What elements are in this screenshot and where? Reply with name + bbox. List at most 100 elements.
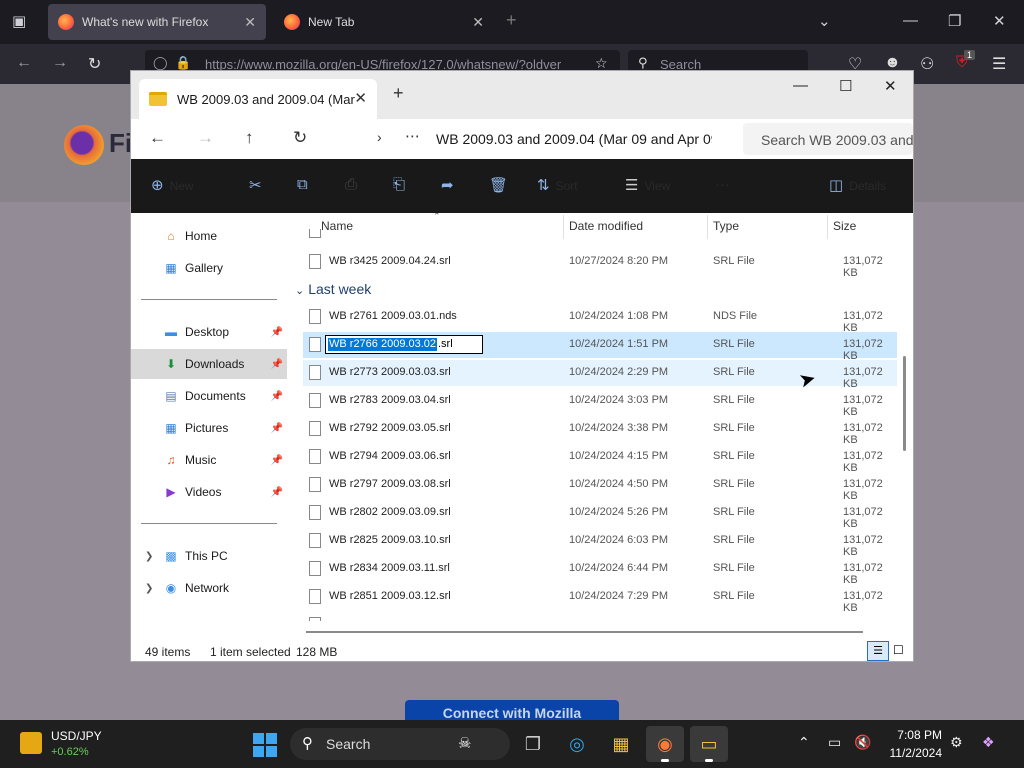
breadcrumb-overflow-icon[interactable]: ⋯ xyxy=(405,127,420,145)
edge-icon[interactable]: ◎ xyxy=(558,726,596,762)
notifications-icon[interactable]: ⚙ xyxy=(950,734,963,751)
paste-icon[interactable]: ⎙ xyxy=(345,176,357,193)
reload-icon[interactable]: ↻ xyxy=(88,54,101,74)
breadcrumb-path[interactable]: WB 2009.03 and 2009.04 (Mar 09 and Apr 0… xyxy=(436,131,712,147)
nav-item-gallery[interactable]: ▦ Gallery xyxy=(131,253,287,283)
horizontal-scrollbar[interactable] xyxy=(306,631,863,633)
chevron-down-icon[interactable]: ⌄ xyxy=(295,285,304,297)
nav-item-home[interactable]: ⌂ Home xyxy=(131,221,287,251)
restore-icon[interactable]: ❐ xyxy=(948,12,961,30)
nav-item-downloads[interactable]: ⬇ Downloads 📌 xyxy=(131,349,287,379)
vertical-scrollbar[interactable] xyxy=(903,356,906,451)
volume-muted-icon[interactable]: 🔇 xyxy=(854,734,871,751)
clock-date[interactable]: 11/2/2024 xyxy=(874,746,943,760)
nav-label: Music xyxy=(185,453,217,467)
pin-icon[interactable]: 📌 xyxy=(271,391,283,402)
close-tab-icon[interactable]: ✕ xyxy=(472,14,484,31)
tiles-view-icon[interactable]: ☐ xyxy=(893,643,904,657)
taskbar-search[interactable]: ⚲ Search ☠ xyxy=(290,728,510,760)
back-icon[interactable]: ← xyxy=(16,54,32,72)
more-options-button[interactable]: ··· xyxy=(715,176,730,193)
details-button[interactable]: ◫ Details xyxy=(829,176,886,194)
maximize-icon[interactable]: ☐ xyxy=(839,77,852,95)
nav-item-pictures[interactable]: ▦ Pictures 📌 xyxy=(131,413,287,443)
refresh-icon[interactable]: ↻ xyxy=(293,128,307,148)
file-date: 10/24/2024 5:26 PM xyxy=(569,506,669,518)
up-icon[interactable]: ↑ xyxy=(245,128,254,148)
firefox-tab-new-tab[interactable]: New Tab ✕ xyxy=(274,4,494,40)
table-row[interactable] xyxy=(303,229,897,243)
stock-widget-icon[interactable] xyxy=(20,732,42,754)
table-row[interactable]: WB r2797 2009.03.08.srl 10/24/2024 4:50 … xyxy=(303,472,897,502)
delete-icon[interactable]: 🗑 xyxy=(489,176,508,194)
menu-icon[interactable]: ☰ xyxy=(992,54,1006,74)
nav-item-network[interactable]: ❯ ◉ Network xyxy=(131,573,287,603)
cut-icon[interactable]: ✂ xyxy=(249,176,262,194)
table-row[interactable]: WB r2761 2009.03.01.nds 10/24/2024 1:08 … xyxy=(303,304,897,334)
store-icon[interactable]: ▦ xyxy=(602,726,640,762)
close-tab-icon[interactable]: ✕ xyxy=(244,14,256,31)
shield-icon[interactable]: ◯ xyxy=(153,55,168,71)
copy-icon[interactable]: ⧉ xyxy=(297,176,308,193)
clock-time[interactable]: 7:08 PM xyxy=(884,728,942,742)
rename-input[interactable]: WB r2766 2009.03.02 .srl xyxy=(325,335,483,354)
task-view-icon[interactable]: ❐ xyxy=(514,726,552,762)
back-icon[interactable]: ← xyxy=(149,128,166,148)
rename-icon[interactable]: ⎗ xyxy=(393,176,405,193)
pin-icon[interactable]: 📌 xyxy=(271,423,283,434)
table-row[interactable] xyxy=(303,612,897,621)
new-tab-icon[interactable]: + xyxy=(506,10,517,31)
share-icon[interactable]: ➦ xyxy=(441,176,454,194)
minimize-icon[interactable]: — xyxy=(903,12,918,29)
stock-name[interactable]: USD/JPY xyxy=(51,729,102,743)
close-window-icon[interactable]: ✕ xyxy=(884,77,897,95)
chevron-right-icon[interactable]: ❯ xyxy=(145,551,153,562)
nav-item-documents[interactable]: ▤ Documents 📌 xyxy=(131,381,287,411)
table-row[interactable]: WB r2802 2009.03.09.srl 10/24/2024 5:26 … xyxy=(303,500,897,530)
pin-icon[interactable]: 📌 xyxy=(271,455,283,466)
nav-item-videos[interactable]: ▶ Videos 📌 xyxy=(131,477,287,507)
nav-item-this-pc[interactable]: ❯ ▩ This PC xyxy=(131,541,287,571)
chevron-right-icon[interactable]: ❯ xyxy=(145,583,153,594)
table-row[interactable]: WB r2825 2009.03.10.srl 10/24/2024 6:03 … xyxy=(303,528,897,558)
forward-icon[interactable]: → xyxy=(197,128,214,148)
taskbar-search-placeholder[interactable]: Search xyxy=(326,736,370,752)
new-tab-icon[interactable]: + xyxy=(393,83,404,104)
tray-chevron-up-icon[interactable]: ⌃ xyxy=(798,734,810,751)
pin-icon[interactable]: 📌 xyxy=(271,487,283,498)
minimize-icon[interactable]: — xyxy=(793,77,808,94)
firefox-view-icon[interactable]: ▣ xyxy=(12,12,26,30)
breadcrumb-chevron-icon[interactable]: › xyxy=(377,129,382,145)
nav-item-music[interactable]: ♫ Music 📌 xyxy=(131,445,287,475)
forward-icon[interactable]: → xyxy=(52,54,68,72)
close-window-icon[interactable]: ✕ xyxy=(993,12,1006,30)
explorer-tab[interactable]: WB 2009.03 and 2009.04 (Mar ✕ xyxy=(139,79,377,119)
nav-item-desktop[interactable]: ▬ Desktop 📌 xyxy=(131,317,287,347)
details-view-icon[interactable]: ☰ xyxy=(867,641,889,661)
table-row[interactable]: WB r2851 2009.03.12.srl 10/24/2024 7:29 … xyxy=(303,584,897,614)
table-row[interactable]: WB r3425 2009.04.24.srl 10/27/2024 8:20 … xyxy=(303,249,897,279)
close-tab-icon[interactable]: ✕ xyxy=(354,89,367,107)
pin-icon[interactable]: 📌 xyxy=(271,359,283,370)
explorer-search-placeholder[interactable]: Search WB 2009.03 and 2 xyxy=(761,132,913,148)
firefox-taskbar-icon[interactable]: ◉ xyxy=(646,726,684,762)
list-all-tabs-icon[interactable]: ⌄ xyxy=(818,12,831,30)
display-icon[interactable]: ▭ xyxy=(828,734,841,751)
extensions-icon[interactable]: ⚇ xyxy=(920,54,934,74)
view-button[interactable]: ☰ View xyxy=(625,176,670,194)
table-row-selected[interactable]: WB r2766 2009.03.02 .srl 10/24/2024 1:51… xyxy=(303,332,897,362)
copilot-icon[interactable]: ❖ xyxy=(982,734,995,751)
firefox-tab-whats-new[interactable]: What's new with Firefox ✕ xyxy=(48,4,266,40)
new-button[interactable]: ⊕ New xyxy=(151,176,194,194)
table-row[interactable]: WB r2834 2009.03.11.srl 10/24/2024 6:44 … xyxy=(303,556,897,586)
sort-button[interactable]: ⇅ Sort xyxy=(537,176,578,194)
lock-icon[interactable]: 🔒 xyxy=(175,55,191,71)
pin-icon[interactable]: 📌 xyxy=(271,327,283,338)
table-row[interactable]: WB r2792 2009.03.05.srl 10/24/2024 3:38 … xyxy=(303,416,897,446)
table-row[interactable]: WB r2794 2009.03.06.srl 10/24/2024 4:15 … xyxy=(303,444,897,474)
group-header-last-week[interactable]: ⌄ Last week xyxy=(295,281,371,297)
start-button[interactable] xyxy=(253,733,277,757)
stock-change[interactable]: +0.62% xyxy=(51,746,89,758)
explorer-search-box[interactable]: Search WB 2009.03 and 2 xyxy=(743,123,913,155)
file-explorer-taskbar-icon[interactable]: ▭ xyxy=(690,726,728,762)
